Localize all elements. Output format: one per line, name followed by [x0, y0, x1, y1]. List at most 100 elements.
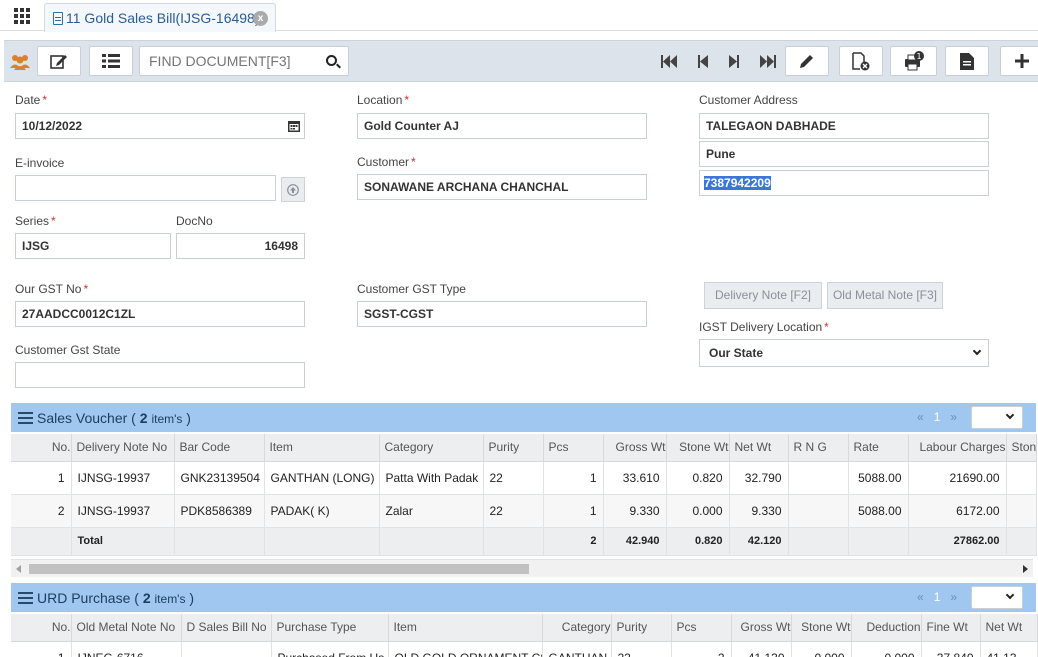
- sales-voucher-table: No. Delivery Note No Bar Code Item Categ…: [11, 434, 1037, 556]
- col-purity[interactable]: Purity: [483, 434, 544, 462]
- pager-next[interactable]: »: [950, 410, 957, 424]
- edit-note-button[interactable]: [37, 46, 81, 76]
- delivery-note-button[interactable]: Delivery Note [F2]: [704, 282, 822, 309]
- cell-gross-wt: 41.130: [731, 641, 792, 657]
- address-line1-field[interactable]: TALEGAON DABHADE: [699, 113, 989, 139]
- col-item[interactable]: Item: [264, 434, 380, 462]
- pager-next[interactable]: »: [950, 590, 957, 604]
- cell-category: Patta With Padak: [379, 461, 484, 495]
- scroll-right-icon[interactable]: [1023, 565, 1028, 573]
- col-no[interactable]: No.: [11, 614, 72, 642]
- einvoice-field[interactable]: [15, 175, 276, 201]
- cell-item: PADAK( K): [264, 494, 380, 528]
- print-icon: 1: [904, 51, 924, 71]
- col-net-wt[interactable]: Net Wt: [729, 434, 789, 462]
- pager-prev[interactable]: «: [917, 410, 924, 424]
- col-bar-code[interactable]: Bar Code: [174, 434, 265, 462]
- location-field[interactable]: Gold Counter AJ: [357, 113, 647, 139]
- col-d-sales-bill-no[interactable]: D Sales Bill No: [181, 614, 272, 642]
- page-size-select[interactable]: [971, 406, 1023, 429]
- cell-purchase-type: Purchased From Us: [271, 641, 389, 657]
- tab-gold-sales-bill[interactable]: 11 Gold Sales Bill(IJSG-16498) x: [44, 3, 276, 32]
- igst-location-select[interactable]: Our State: [699, 339, 989, 367]
- scroll-left-icon[interactable]: [16, 565, 21, 573]
- cell-deduction: 0.000: [851, 641, 922, 657]
- add-button[interactable]: [1000, 46, 1038, 76]
- table-row[interactable]: 1 IJNSG-19937 GNK23139504 GANTHAN (LONG)…: [11, 461, 1037, 495]
- einvoice-upload-button[interactable]: [281, 177, 305, 202]
- customer-field[interactable]: SONAWANE ARCHANA CHANCHAL: [357, 174, 647, 200]
- col-stone-wt[interactable]: Stone Wt: [791, 614, 852, 642]
- cell-purity: 22: [483, 494, 544, 528]
- cell-rate: 5088.00: [848, 494, 909, 528]
- einvoice-label: E-invoice: [15, 156, 65, 170]
- docno-label: DocNo: [176, 214, 213, 228]
- pager-page[interactable]: 1: [934, 590, 941, 604]
- pencil-icon: [800, 55, 813, 68]
- list-view-button[interactable]: [89, 46, 133, 76]
- col-net-wt[interactable]: Net Wt: [980, 614, 1038, 642]
- customer-gst-state-field[interactable]: [15, 362, 305, 388]
- first-record-icon[interactable]: [661, 55, 677, 68]
- customer-gst-type-field[interactable]: SGST-CGST: [357, 301, 647, 327]
- address-line2-field[interactable]: Pune: [699, 141, 989, 167]
- calendar-icon[interactable]: [288, 119, 300, 132]
- col-stone-wt[interactable]: Stone Wt: [666, 434, 730, 462]
- cell-gross-wt: 9.330: [603, 494, 667, 528]
- col-old-metal-note-no[interactable]: Old Metal Note No: [71, 614, 182, 642]
- old-metal-note-button[interactable]: Old Metal Note [F3]: [827, 282, 943, 309]
- list-icon: [18, 412, 33, 424]
- col-category[interactable]: Category: [379, 434, 484, 462]
- last-record-icon[interactable]: [760, 55, 776, 68]
- total-cell-empty: [483, 527, 544, 556]
- col-pcs[interactable]: Pcs: [671, 614, 732, 642]
- customer-gst-type-label: Customer GST Type: [357, 282, 466, 296]
- total-cell-empty: [11, 527, 72, 556]
- col-fine-wt[interactable]: Fine Wt: [921, 614, 981, 642]
- scrollbar-thumb[interactable]: [29, 564, 529, 574]
- print-button[interactable]: 1: [890, 46, 937, 76]
- docno-field[interactable]: 16498: [176, 233, 305, 259]
- app-grid-icon[interactable]: [8, 5, 36, 27]
- total-cell-empty: [379, 527, 484, 556]
- search-icon[interactable]: [326, 55, 337, 66]
- table-row[interactable]: 2 IJNSG-19937 PDK8586389 PADAK( K) Zalar…: [11, 494, 1037, 528]
- close-icon[interactable]: x: [253, 11, 268, 26]
- igst-location-label: IGST Delivery Location *: [699, 320, 829, 334]
- col-purity[interactable]: Purity: [611, 614, 672, 642]
- next-record-icon[interactable]: [729, 55, 739, 68]
- report-button[interactable]: [945, 46, 989, 76]
- edit-button[interactable]: [785, 46, 829, 76]
- find-document-input[interactable]: [140, 47, 318, 75]
- date-field[interactable]: 10/12/2022: [15, 113, 305, 139]
- total-cell-empty: [1006, 527, 1037, 556]
- col-labour-charges[interactable]: Labour Charges: [908, 434, 1007, 462]
- series-field[interactable]: IJSG: [15, 233, 171, 259]
- page-size-select[interactable]: [971, 586, 1023, 609]
- address-phone-field[interactable]: 7387942209: [699, 170, 989, 196]
- col-item[interactable]: Item: [388, 614, 543, 642]
- col-delivery-note-no[interactable]: Delivery Note No: [71, 434, 175, 462]
- col-pcs[interactable]: Pcs: [543, 434, 604, 462]
- previous-record-icon[interactable]: [698, 55, 708, 68]
- pager-page[interactable]: 1: [934, 410, 941, 424]
- total-label: Total: [71, 527, 175, 556]
- cancel-document-button[interactable]: [839, 46, 883, 76]
- col-purchase-type[interactable]: Purchase Type: [271, 614, 389, 642]
- our-gst-field[interactable]: 27AADCC0012C1ZL: [15, 301, 305, 327]
- col-gross-wt[interactable]: Gross Wt: [603, 434, 667, 462]
- col-category[interactable]: Category: [542, 614, 612, 642]
- col-rate[interactable]: Rate: [848, 434, 909, 462]
- cell-item: GANTHAN (LONG): [264, 461, 380, 495]
- col-deduction[interactable]: Deduction: [851, 614, 922, 642]
- cell-pcs: 2: [671, 641, 732, 657]
- table-row[interactable]: 1 IJNEG-6716 Purchased From Us OLD GOLD …: [11, 641, 1038, 657]
- horizontal-scrollbar[interactable]: [11, 559, 1033, 577]
- col-rng[interactable]: R N G: [788, 434, 849, 462]
- col-stone[interactable]: Stone: [1006, 434, 1037, 462]
- col-no[interactable]: No.: [11, 434, 72, 462]
- col-gross-wt[interactable]: Gross Wt: [731, 614, 792, 642]
- pager-prev[interactable]: «: [917, 590, 924, 604]
- users-icon[interactable]: [9, 53, 31, 71]
- cell-stone-wt: 0.820: [666, 461, 730, 495]
